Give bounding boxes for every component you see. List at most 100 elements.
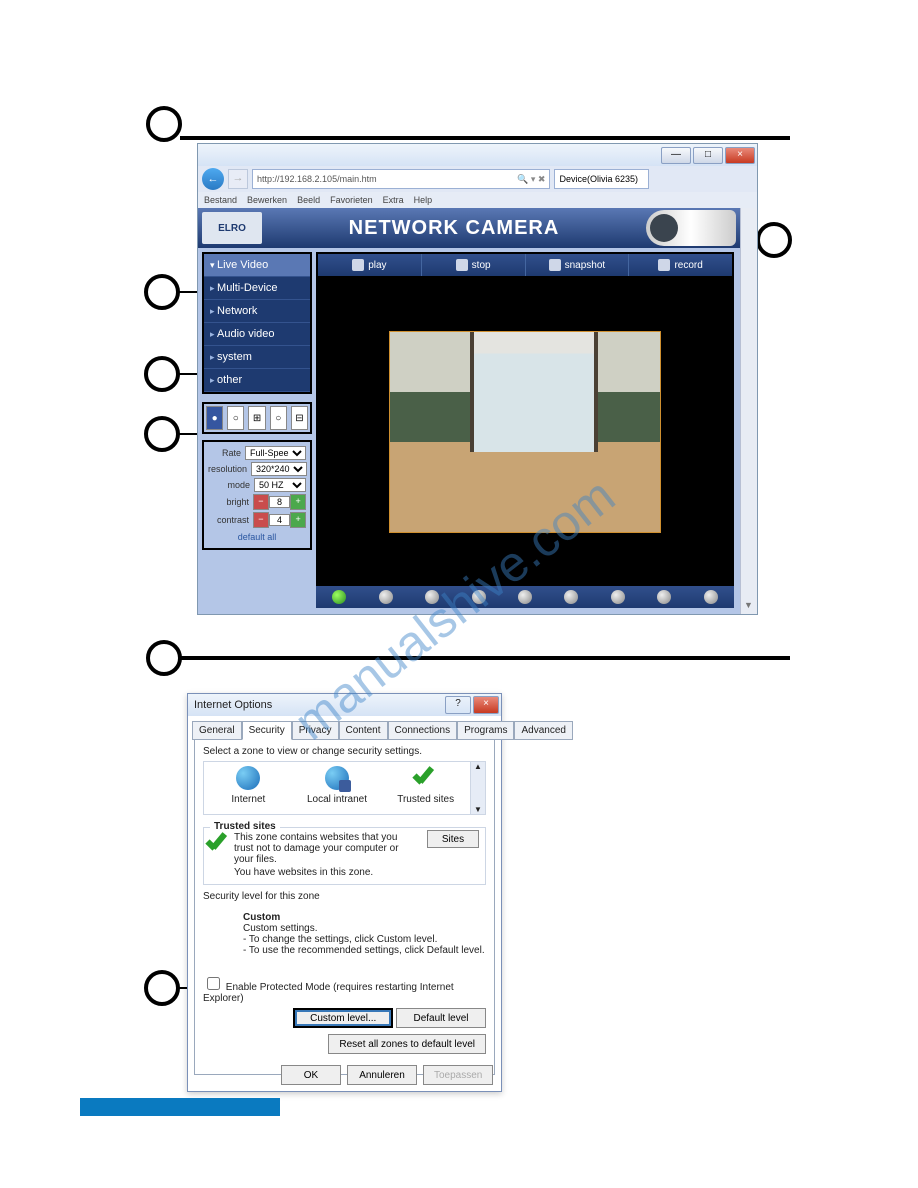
url-text: http://192.168.2.105/main.htm — [257, 174, 377, 184]
callout-4 — [144, 416, 180, 452]
menu-bestand[interactable]: Bestand — [204, 195, 237, 205]
globe-icon — [236, 766, 260, 790]
sidebar-item-network[interactable]: Network — [204, 300, 310, 323]
app-title: NETWORK CAMERA — [262, 217, 646, 240]
bright-label: bright — [208, 497, 253, 507]
zone-trusted-label: Trusted sites — [397, 794, 454, 805]
default-level-button[interactable]: Default level — [396, 1008, 486, 1028]
close-button[interactable]: × — [725, 147, 755, 164]
scrollbar[interactable] — [740, 208, 757, 614]
stop-button[interactable]: stop — [422, 254, 526, 276]
tab-privacy[interactable]: Privacy — [292, 721, 339, 740]
select-zone-label: Select a zone to view or change security… — [203, 746, 486, 757]
camera-image — [646, 210, 736, 246]
sidebar-item-live[interactable]: Live Video — [204, 254, 310, 277]
browser-tab[interactable]: Device(Olivia 6235) — [554, 169, 649, 189]
dot-2[interactable] — [379, 590, 393, 604]
default-all-link[interactable]: default all — [208, 532, 306, 542]
rate-label: Rate — [208, 448, 245, 458]
tab-security[interactable]: Security — [242, 721, 292, 740]
contrast-value: 4 — [269, 514, 291, 526]
mode-select[interactable]: 50 HZ — [254, 478, 306, 492]
menu-extra[interactable]: Extra — [383, 195, 404, 205]
zone-trusted[interactable]: Trusted sites — [381, 762, 470, 814]
zone-internet[interactable]: Internet — [204, 762, 293, 814]
tab-general[interactable]: General — [192, 721, 242, 740]
snapshot-label: snapshot — [565, 260, 606, 271]
rate-select[interactable]: Full-Spee — [245, 446, 306, 460]
layout-1b[interactable]: ○ — [227, 406, 244, 430]
callout-2 — [144, 274, 180, 310]
sidebar-item-other[interactable]: other — [204, 369, 310, 392]
forward-button[interactable]: → — [228, 169, 248, 189]
dot-8[interactable] — [657, 590, 671, 604]
snapshot-button[interactable]: snapshot — [526, 254, 630, 276]
callout-6 — [144, 970, 180, 1006]
layout-4b[interactable]: ○ — [270, 406, 287, 430]
sidebar-item-av[interactable]: Audio video — [204, 323, 310, 346]
menu-help[interactable]: Help — [414, 195, 433, 205]
browser-nav: ← → http://192.168.2.105/main.htm 🔍 ▾ ✖ … — [198, 166, 757, 192]
dot-7[interactable] — [611, 590, 625, 604]
back-button[interactable]: ← — [202, 168, 224, 190]
trusted-heading: Trusted sites — [210, 821, 280, 832]
dot-3[interactable] — [425, 590, 439, 604]
help-button[interactable]: ? — [445, 696, 471, 714]
ok-button[interactable]: OK — [281, 1065, 341, 1085]
sidebar-item-system[interactable]: system — [204, 346, 310, 369]
close-button[interactable]: × — [473, 696, 499, 714]
dot-1[interactable] — [332, 590, 346, 604]
bright-plus[interactable]: + — [290, 494, 306, 510]
record-icon — [658, 259, 670, 271]
url-suffix: 🔍 ▾ ✖ — [517, 170, 549, 188]
menu-favorieten[interactable]: Favorieten — [330, 195, 373, 205]
layout-panel: ● ○ ⊞ ○ ⊟ — [202, 402, 312, 434]
custom-line3: - To use the recommended settings, click… — [243, 945, 486, 956]
sidebar-item-multi[interactable]: Multi-Device — [204, 277, 310, 300]
contrast-plus[interactable]: + — [290, 512, 306, 528]
contrast-minus[interactable]: − — [253, 512, 269, 528]
res-select[interactable]: 320*240 — [251, 462, 307, 476]
callout-5 — [146, 640, 182, 676]
layout-1[interactable]: ● — [206, 406, 223, 430]
trusted-fieldset: Trusted sites Sites This zone contains w… — [203, 827, 486, 885]
play-button[interactable]: play — [318, 254, 422, 276]
menu-beeld[interactable]: Beeld — [297, 195, 320, 205]
sites-button[interactable]: Sites — [427, 830, 479, 848]
address-bar[interactable]: http://192.168.2.105/main.htm 🔍 ▾ ✖ — [252, 169, 550, 189]
camera-app: ELRO NETWORK CAMERA Live Video Multi-Dev… — [198, 208, 757, 614]
video-feed — [389, 331, 661, 533]
app-header: ELRO NETWORK CAMERA — [198, 208, 740, 248]
layout-4[interactable]: ⊞ — [248, 406, 265, 430]
layout-9[interactable]: ⊟ — [291, 406, 308, 430]
bright-minus[interactable]: − — [253, 494, 269, 510]
callout-1 — [146, 106, 182, 142]
mode-label: mode — [208, 480, 254, 490]
tab-programs[interactable]: Programs — [457, 721, 514, 740]
dot-6[interactable] — [564, 590, 578, 604]
dot-9[interactable] — [704, 590, 718, 604]
cancel-button[interactable]: Annuleren — [347, 1065, 417, 1085]
menu-bewerken[interactable]: Bewerken — [247, 195, 287, 205]
tab-content[interactable]: Content — [339, 721, 388, 740]
zone-internet-label: Internet — [231, 794, 265, 805]
record-button[interactable]: record — [629, 254, 732, 276]
zone-local-intranet[interactable]: Local intranet — [293, 762, 382, 814]
apply-button[interactable]: Toepassen — [423, 1065, 493, 1085]
footer-bar — [126, 1098, 280, 1116]
minimize-button[interactable]: — — [661, 147, 691, 164]
tab-advanced[interactable]: Advanced — [514, 721, 572, 740]
bright-value: 8 — [269, 496, 291, 508]
video-frame — [316, 278, 734, 586]
camera-app-screenshot: — □ × ← → http://192.168.2.105/main.htm … — [197, 143, 758, 615]
custom-level-button[interactable]: Custom level... — [293, 1008, 393, 1028]
reset-zones-button[interactable]: Reset all zones to default level — [328, 1034, 486, 1054]
stop-label: stop — [472, 260, 491, 271]
epm-checkbox[interactable] — [207, 977, 220, 990]
dot-4[interactable] — [472, 590, 486, 604]
maximize-button[interactable]: □ — [693, 147, 723, 164]
tab-connections[interactable]: Connections — [388, 721, 458, 740]
hr-top — [180, 136, 790, 140]
zone-scrollbar[interactable]: ▲▼ — [470, 762, 485, 814]
dot-5[interactable] — [518, 590, 532, 604]
